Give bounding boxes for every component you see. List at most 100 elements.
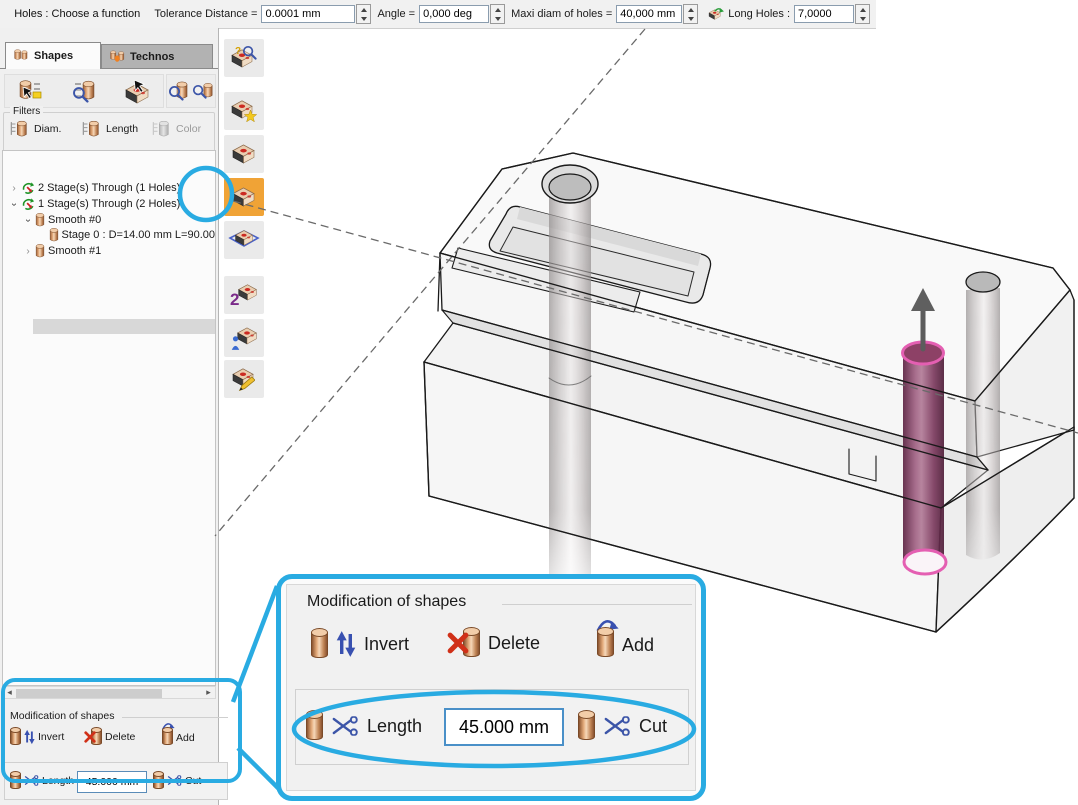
filter-length-label: Length [106, 123, 138, 135]
length-label: Length [367, 716, 422, 737]
tolerance-distance-spinner[interactable] [356, 4, 371, 24]
modification-title: Modification of shapes [8, 710, 116, 722]
maxi-diam-input[interactable] [616, 5, 682, 23]
length-button[interactable]: Length [306, 712, 422, 740]
tolerance-distance-field: Tolerance Distance = [154, 4, 371, 24]
tab-technos[interactable]: Technos [101, 44, 213, 69]
cylinder-icon [10, 728, 21, 745]
tree-item-label[interactable]: Smooth #1 [48, 245, 101, 257]
tree-item-stages-1[interactable]: › 1 Stage(s) Through (2 Holes) [3, 196, 215, 212]
tree-item-label[interactable]: 2 Stage(s) Through (1 Holes) [38, 182, 180, 194]
side-tool-reorder-holes-button[interactable]: 2 [224, 276, 264, 314]
tree-item-label[interactable]: 1 Stage(s) Through (2 Holes) [38, 198, 180, 210]
filter-diam-button[interactable]: Diam. [10, 119, 61, 139]
tree-item-label[interactable]: Smooth #0 [48, 214, 101, 226]
chevron-collapsed-icon[interactable]: › [9, 183, 19, 194]
length-button[interactable]: Length [10, 772, 74, 789]
window-title: Holes : Choose a function [0, 8, 154, 20]
tree-horizontal-scrollbar[interactable]: ◂ ▸ [2, 686, 216, 699]
scroll-right-icon[interactable]: ▸ [203, 687, 214, 698]
delete-label: Delete [105, 731, 135, 743]
filters-title: Filters [10, 106, 43, 117]
groupbox-line [502, 604, 692, 605]
delete-button[interactable]: Delete [447, 629, 540, 657]
length-value-input[interactable] [444, 708, 564, 746]
spinner-up-icon[interactable] [684, 5, 697, 14]
spinner-down-icon[interactable] [856, 14, 869, 23]
spinner-down-icon[interactable] [491, 14, 504, 23]
filter-diam-label: Diam. [34, 123, 61, 135]
side-tool-hole-box-button[interactable] [224, 135, 264, 173]
tree-item-smooth-0[interactable]: › Smooth #0 [3, 212, 215, 228]
select-shape-button[interactable] [123, 78, 151, 104]
cylinder-icon [35, 213, 45, 227]
spinner-up-icon[interactable] [357, 5, 370, 14]
cylinder-icon [311, 630, 328, 658]
add-label: Add [176, 732, 195, 744]
side-tool-edit-hole-button[interactable] [224, 360, 264, 398]
search-hole-button[interactable] [70, 78, 98, 104]
scrollbar-thumb[interactable] [16, 689, 162, 698]
tree-selection-highlight [33, 319, 216, 334]
stages-through-icon [21, 181, 35, 195]
chevron-expanded-icon[interactable]: › [9, 199, 20, 209]
spinner-down-icon[interactable] [357, 14, 370, 23]
long-holes-field: Long Holes : [728, 4, 870, 24]
side-tool-open-hole-box-button[interactable] [224, 221, 264, 259]
zoom-holes-button[interactable] [168, 79, 190, 103]
tab-shapes[interactable]: Shapes [5, 42, 101, 69]
scissors-icon [603, 716, 631, 736]
cut-label: Cut [639, 716, 667, 737]
chevron-expanded-icon[interactable]: › [23, 215, 34, 225]
long-holes-input[interactable] [794, 5, 854, 23]
cylinder-icon [578, 712, 595, 740]
angle-input[interactable] [419, 5, 489, 23]
add-button[interactable]: Add [597, 629, 654, 662]
annotation-funnel-top [233, 586, 277, 702]
maxi-diam-field: Maxi diam of holes = [511, 4, 698, 24]
long-holes-spinner[interactable] [855, 4, 870, 24]
selected-hole-cylinder [903, 352, 944, 566]
angle-spinner[interactable] [490, 4, 505, 24]
shapes-panel: Shapes Technos [0, 28, 219, 805]
long-holes-icon [708, 4, 724, 24]
long-holes-label: Long Holes : [728, 8, 790, 20]
tree-item-label[interactable]: Stage 0 : D=14.00 mm L=90.00 [62, 229, 216, 241]
svg-text:2: 2 [230, 290, 239, 309]
length-value-input[interactable] [77, 771, 147, 793]
chevron-collapsed-icon[interactable]: › [23, 246, 33, 257]
leader-line-tree-to-hole [233, 201, 1078, 433]
filter-color-label: Color [176, 123, 201, 135]
add-button[interactable]: Add [162, 728, 195, 748]
scroll-left-icon[interactable]: ◂ [4, 687, 15, 698]
zoom-hole-button[interactable] [192, 79, 214, 103]
selected-hole-bottom-ring [904, 550, 946, 574]
cylinder-icon [10, 772, 21, 789]
select-hole-list-button[interactable] [17, 78, 45, 104]
cut-button[interactable]: Cut [578, 712, 667, 740]
filter-length-button[interactable]: Length [82, 119, 138, 139]
spinner-down-icon[interactable] [684, 14, 697, 23]
cylinder-icon [153, 772, 164, 789]
cut-button[interactable]: Cut [153, 772, 201, 789]
tree-item-stages-2[interactable]: › 2 Stage(s) Through (1 Holes) [3, 180, 215, 196]
tree-item-stage-0[interactable]: Stage 0 : D=14.00 mm L=90.00 [3, 227, 215, 243]
maxi-diam-spinner[interactable] [683, 4, 698, 24]
tree-item-smooth-1[interactable]: › Smooth #1 [3, 243, 215, 259]
groupbox-line [122, 717, 228, 718]
side-tool-choose-function-button[interactable] [224, 178, 264, 216]
side-tool-inspect-hole-button[interactable]: ? [224, 39, 264, 77]
shapes-tab-icon [14, 48, 30, 64]
invert-button[interactable]: Invert [10, 728, 64, 745]
top-toolbar: Holes : Choose a function Tolerance Dist… [0, 0, 876, 29]
tolerance-distance-input[interactable] [261, 5, 355, 23]
invert-button[interactable]: Invert [311, 629, 409, 659]
delete-button[interactable]: Delete [84, 728, 135, 745]
spinner-up-icon[interactable] [856, 5, 869, 14]
side-tool-hole-wizard-button[interactable] [224, 319, 264, 357]
spinner-up-icon[interactable] [491, 5, 504, 14]
stages-through-icon [21, 197, 35, 211]
hole-select-toolbar [4, 74, 164, 108]
length-cut-group: Length Cut [4, 762, 228, 800]
side-tool-new-hole-button[interactable] [224, 92, 264, 130]
